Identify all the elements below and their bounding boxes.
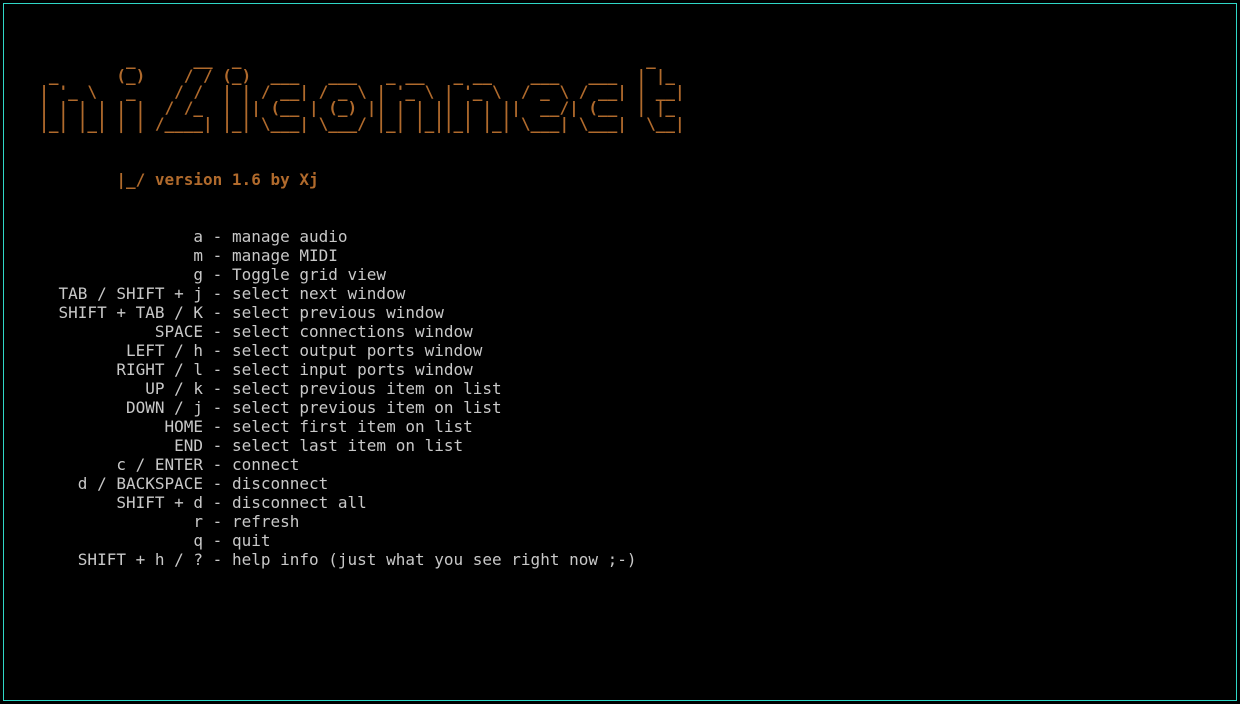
- help-description: select first item on list: [232, 417, 473, 436]
- app-ascii-logo: _ __ _ _ _ (_) / / (_) ___ ___ _ __ _ __…: [20, 52, 1220, 132]
- help-separator: -: [203, 341, 232, 360]
- help-separator: -: [203, 284, 232, 303]
- help-description: select previous item on list: [232, 398, 502, 417]
- help-key: END: [20, 436, 203, 455]
- help-description: refresh: [232, 512, 299, 531]
- help-row: a - manage audio: [20, 227, 1220, 246]
- help-key: SHIFT + d: [20, 493, 203, 512]
- help-description: Toggle grid view: [232, 265, 386, 284]
- help-key: d / BACKSPACE: [20, 474, 203, 493]
- help-description: manage MIDI: [232, 246, 338, 265]
- help-description: disconnect: [232, 474, 328, 493]
- help-separator: -: [203, 360, 232, 379]
- help-description: connect: [232, 455, 299, 474]
- help-description: select last item on list: [232, 436, 463, 455]
- help-shortcut-list: a - manage audio m - manage MIDI g - Tog…: [20, 227, 1220, 569]
- help-description: select output ports window: [232, 341, 482, 360]
- help-separator: -: [203, 550, 232, 569]
- help-description: select connections window: [232, 322, 473, 341]
- help-key: LEFT / h: [20, 341, 203, 360]
- help-separator: -: [203, 227, 232, 246]
- help-separator: -: [203, 455, 232, 474]
- help-key: HOME: [20, 417, 203, 436]
- help-separator: -: [203, 303, 232, 322]
- help-key: r: [20, 512, 203, 531]
- help-row: SHIFT + d - disconnect all: [20, 493, 1220, 512]
- help-separator: -: [203, 265, 232, 284]
- help-key: UP / k: [20, 379, 203, 398]
- app-version-line: |_/ version 1.6 by Xj: [20, 170, 1220, 189]
- help-description: select input ports window: [232, 360, 473, 379]
- help-key: SHIFT + h / ?: [20, 550, 203, 569]
- help-row: LEFT / h - select output ports window: [20, 341, 1220, 360]
- help-key: g: [20, 265, 203, 284]
- help-row: m - manage MIDI: [20, 246, 1220, 265]
- help-description: quit: [232, 531, 271, 550]
- terminal-content: _ __ _ _ _ (_) / / (_) ___ ___ _ __ _ __…: [4, 4, 1236, 617]
- terminal-frame: _ __ _ _ _ (_) / / (_) ___ ___ _ __ _ __…: [3, 3, 1237, 701]
- help-row: RIGHT / l - select input ports window: [20, 360, 1220, 379]
- help-row: c / ENTER - connect: [20, 455, 1220, 474]
- help-row: g - Toggle grid view: [20, 265, 1220, 284]
- help-row: r - refresh: [20, 512, 1220, 531]
- help-row: q - quit: [20, 531, 1220, 550]
- help-separator: -: [203, 322, 232, 341]
- help-key: DOWN / j: [20, 398, 203, 417]
- help-row: SHIFT + TAB / K - select previous window: [20, 303, 1220, 322]
- help-key: q: [20, 531, 203, 550]
- help-separator: -: [203, 398, 232, 417]
- help-key: TAB / SHIFT + j: [20, 284, 203, 303]
- help-separator: -: [203, 493, 232, 512]
- help-row: HOME - select first item on list: [20, 417, 1220, 436]
- help-key: SPACE: [20, 322, 203, 341]
- help-key: SHIFT + TAB / K: [20, 303, 203, 322]
- help-separator: -: [203, 436, 232, 455]
- help-row: END - select last item on list: [20, 436, 1220, 455]
- help-separator: -: [203, 512, 232, 531]
- help-description: select previous window: [232, 303, 444, 322]
- help-key: RIGHT / l: [20, 360, 203, 379]
- help-row: UP / k - select previous item on list: [20, 379, 1220, 398]
- help-row: SHIFT + h / ? - help info (just what you…: [20, 550, 1220, 569]
- help-separator: -: [203, 474, 232, 493]
- help-description: disconnect all: [232, 493, 367, 512]
- help-separator: -: [203, 417, 232, 436]
- help-row: SPACE - select connections window: [20, 322, 1220, 341]
- help-separator: -: [203, 246, 232, 265]
- help-row: d / BACKSPACE - disconnect: [20, 474, 1220, 493]
- help-row: TAB / SHIFT + j - select next window: [20, 284, 1220, 303]
- help-description: select previous item on list: [232, 379, 502, 398]
- help-separator: -: [203, 531, 232, 550]
- help-description: manage audio: [232, 227, 348, 246]
- help-key: m: [20, 246, 203, 265]
- help-key: a: [20, 227, 203, 246]
- help-key: c / ENTER: [20, 455, 203, 474]
- help-description: help info (just what you see right now ;…: [232, 550, 637, 569]
- help-row: DOWN / j - select previous item on list: [20, 398, 1220, 417]
- help-separator: -: [203, 379, 232, 398]
- help-description: select next window: [232, 284, 405, 303]
